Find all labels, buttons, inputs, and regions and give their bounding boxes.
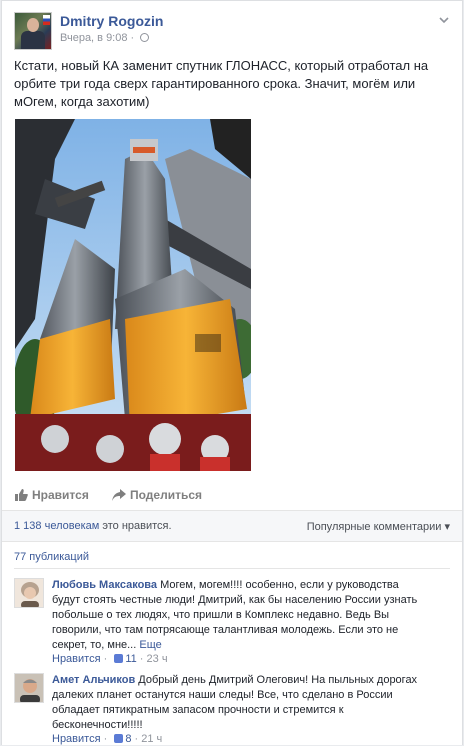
commenter-avatar[interactable] xyxy=(14,673,44,703)
divider xyxy=(2,541,462,542)
globe-icon[interactable] xyxy=(140,33,150,42)
comment-like-link[interactable]: Нравится xyxy=(52,653,101,665)
comment-sort-dropdown[interactable]: Популярные комментарии ▾ xyxy=(307,520,450,533)
commenter-name[interactable]: Любовь Максакова xyxy=(52,579,157,591)
comment-body: Любовь Максакова Могем, могем!!!! особен… xyxy=(52,578,422,653)
comment-like-link[interactable]: Нравится xyxy=(52,733,101,745)
chevron-down-icon: ▾ xyxy=(444,521,450,533)
commenter-name[interactable]: Амет Альчиков xyxy=(52,674,135,686)
author-avatar[interactable] xyxy=(14,12,52,50)
likes-suffix: это нравится. xyxy=(99,520,172,532)
likes-text: 1 138 человекам это нравится. xyxy=(14,520,172,532)
author-name[interactable]: Dmitry Rogozin xyxy=(60,13,163,29)
avatar-face xyxy=(27,18,39,32)
meta-dot: · xyxy=(100,653,111,665)
shares-link[interactable]: 77 публикаций xyxy=(14,551,89,563)
meta-dot: · xyxy=(130,32,135,44)
rocket-photo xyxy=(15,119,251,471)
avatar-body xyxy=(21,31,45,49)
share-button[interactable]: Поделиться xyxy=(112,488,202,502)
sort-label: Популярные комментарии xyxy=(306,521,442,533)
comment-item: Амет Альчиков Добрый день Дмитрий Олегов… xyxy=(14,673,452,746)
avatar-flag xyxy=(43,15,50,25)
comment-meta: Нравится · 8 · 21 ч xyxy=(52,733,162,745)
post-photo[interactable] xyxy=(15,119,251,471)
post-text: Кстати, новый КА заменит спутник ГЛОНАСС… xyxy=(14,58,429,109)
divider xyxy=(14,568,450,569)
post-card: Dmitry Rogozin Вчера, в 9:08 · Кстати, н… xyxy=(1,0,463,745)
meta-dot: · xyxy=(136,653,147,665)
post-meta: Вчера, в 9:08 · xyxy=(60,32,150,44)
comment-time[interactable]: 21 ч xyxy=(141,733,162,745)
share-label: Поделиться xyxy=(130,488,203,502)
comment-body: Амет Альчиков Добрый день Дмитрий Олегов… xyxy=(52,673,422,733)
post-time[interactable]: Вчера, в 9:08 xyxy=(60,32,127,44)
like-label: Нравится xyxy=(32,488,89,502)
thumbs-up-icon xyxy=(114,734,124,743)
chevron-down-icon[interactable] xyxy=(438,14,450,26)
comment-item: Любовь Максакова Могем, могем!!!! особен… xyxy=(14,578,452,670)
likes-summary: 1 138 человекам это нравится. Популярные… xyxy=(2,511,462,541)
comment-meta: Нравится · 11 · 23 ч xyxy=(52,653,168,665)
meta-dot: · xyxy=(131,733,142,745)
comment-like-count[interactable]: 11 xyxy=(125,653,136,665)
thumbs-up-icon xyxy=(14,489,28,501)
likes-count-link[interactable]: 1 138 человекам xyxy=(14,520,99,532)
like-button[interactable]: Нравится xyxy=(14,488,89,502)
share-arrow-icon xyxy=(112,489,126,501)
post-header: Dmitry Rogozin Вчера, в 9:08 · xyxy=(14,12,450,52)
thumbs-up-icon xyxy=(114,654,124,663)
meta-dot: · xyxy=(100,733,111,745)
comment-time[interactable]: 23 ч xyxy=(147,653,168,665)
see-more-link[interactable]: Еще xyxy=(136,639,161,651)
commenter-avatar[interactable] xyxy=(14,578,44,608)
